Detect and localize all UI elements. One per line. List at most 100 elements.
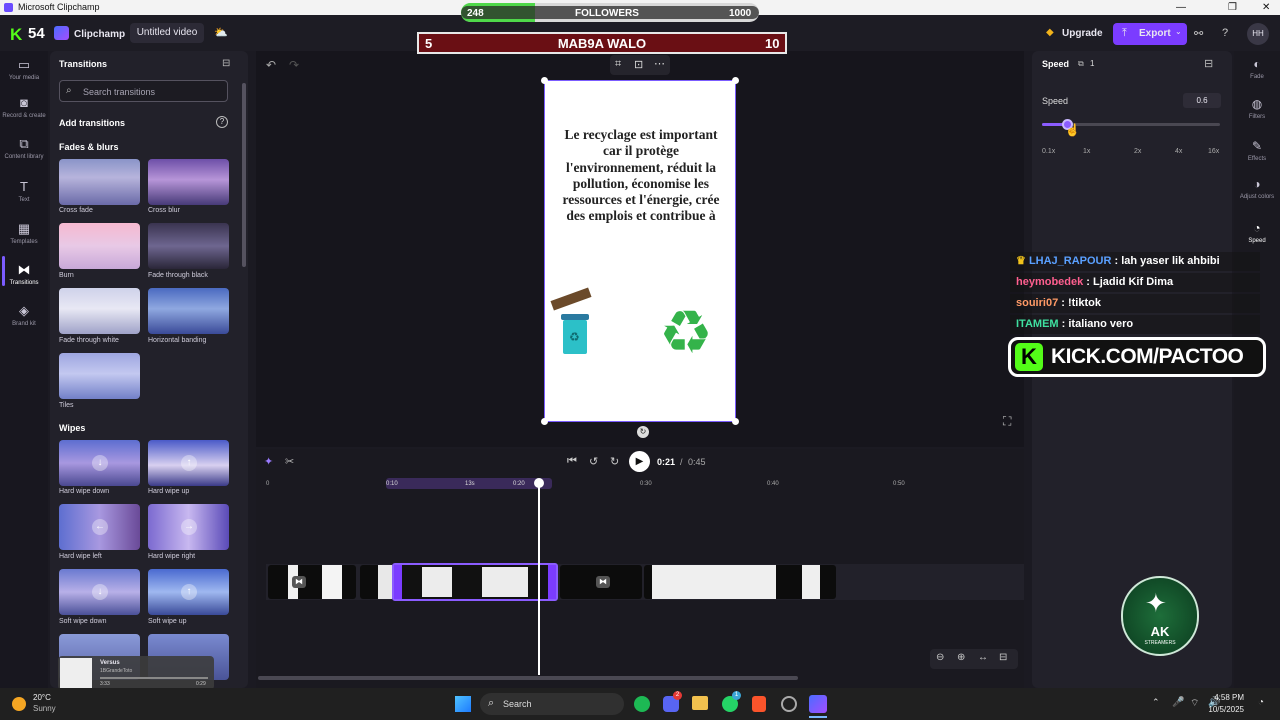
rail-fade[interactable]: ◐ Fade: [1234, 57, 1280, 81]
redo-icon[interactable]: ↷: [289, 58, 299, 72]
notification-icon[interactable]: ◔: [1258, 697, 1264, 708]
rail-brand-kit[interactable]: ◈ Brand kit: [0, 303, 48, 328]
app-name: Clipchamp: [74, 29, 126, 40]
fit-icon[interactable]: ⊡: [634, 58, 643, 71]
upload-icon: ⤒: [1122, 27, 1127, 39]
zoom-out-icon[interactable]: ⊖: [936, 652, 944, 663]
wifi-icon[interactable]: ⌔: [1190, 697, 1199, 710]
track-title: Versus: [100, 660, 120, 666]
expand-icon[interactable]: ⊟: [999, 652, 1007, 663]
rail-your-media[interactable]: ▭ Your media: [0, 57, 48, 82]
resize-handle[interactable]: [541, 77, 548, 84]
windows-start-icon[interactable]: [455, 696, 471, 712]
skip-back-icon[interactable]: ⏮: [567, 455, 577, 468]
timeline-panel: ✦ ✂ ⏮ ↺ ↻ ▶ 0:21 / 0:45 0 0:10 13s 0:20 …: [256, 449, 1024, 688]
magic-icon[interactable]: ✦: [264, 455, 273, 468]
total-time: 0:45: [688, 457, 706, 467]
resize-handle[interactable]: [541, 418, 548, 425]
clock-date: 10/5/2025: [1208, 705, 1244, 714]
upgrade-button[interactable]: Upgrade: [1062, 28, 1103, 39]
share-icon[interactable]: ⚯: [1194, 27, 1203, 40]
transition-hard-wipe-down[interactable]: ↓: [59, 440, 140, 486]
rail-effects[interactable]: ✎ Effects: [1234, 139, 1280, 163]
file-explorer-icon[interactable]: [692, 696, 708, 710]
rail-filters[interactable]: ◍ Filters: [1234, 97, 1280, 121]
clip[interactable]: [644, 565, 836, 599]
maximize-button[interactable]: ❐: [1228, 0, 1237, 15]
help-button[interactable]: ?: [1222, 27, 1228, 39]
timeline-scrollbar[interactable]: [258, 676, 798, 680]
avatar[interactable]: HH: [1247, 23, 1269, 45]
clip[interactable]: ⧓: [560, 565, 642, 599]
search-input[interactable]: ⌕ Search transitions: [59, 80, 228, 102]
transition-fade-through-black[interactable]: [148, 223, 229, 269]
panel-scrollbar[interactable]: [242, 83, 246, 267]
zoom-in-icon[interactable]: ⊕: [957, 652, 965, 663]
transition-label: Hard wipe right: [148, 553, 196, 560]
more-icon[interactable]: ⋯: [654, 57, 665, 70]
app-logo-icon: [4, 3, 13, 12]
project-title-field[interactable]: Untitled video: [130, 23, 204, 43]
rail-speed[interactable]: ◔ Speed: [1234, 221, 1280, 245]
resize-handle[interactable]: [732, 418, 739, 425]
rewind-icon[interactable]: ↺: [589, 455, 598, 468]
forward-icon[interactable]: ↻: [610, 455, 619, 468]
tick-label: 0:30: [640, 481, 652, 487]
preview-canvas[interactable]: Le recyclage est important car il protèg…: [541, 77, 739, 425]
transition-burn[interactable]: [59, 223, 140, 269]
collapse-right-panel-icon[interactable]: ⊟: [1204, 57, 1213, 70]
resize-handle[interactable]: [732, 77, 739, 84]
taskbar-search[interactable]: ⌕ Search: [480, 693, 624, 715]
transition-hard-wipe-left[interactable]: ←: [59, 504, 140, 550]
clip[interactable]: [360, 565, 392, 599]
fit-timeline-icon[interactable]: ↔: [978, 652, 988, 663]
rail-content-library[interactable]: ⧉ Content library: [0, 136, 48, 161]
info-icon[interactable]: ?: [216, 116, 228, 128]
transition-horizontal-banding[interactable]: [148, 288, 229, 334]
app-icon[interactable]: [781, 696, 797, 712]
playhead-line[interactable]: [538, 487, 540, 675]
spotify-icon[interactable]: [634, 696, 650, 712]
minimize-button[interactable]: —: [1176, 0, 1186, 15]
duration-badge: 13s: [465, 481, 475, 487]
collapse-panel-icon[interactable]: ⊟: [222, 58, 230, 69]
close-button[interactable]: ✕: [1262, 0, 1270, 15]
transition-cross-blur[interactable]: [148, 159, 229, 205]
clipchamp-taskbar-icon[interactable]: [809, 695, 827, 713]
brave-icon[interactable]: [752, 696, 766, 712]
rotate-icon[interactable]: ↻: [637, 426, 649, 438]
section-title-fades: Fades & blurs: [59, 142, 119, 152]
scissors-icon[interactable]: ✂: [285, 455, 294, 468]
export-button[interactable]: ⤒ Export ⌄: [1113, 23, 1187, 45]
selected-clip[interactable]: [392, 563, 558, 601]
undo-icon[interactable]: ↶: [266, 58, 276, 72]
rail-templates[interactable]: ▦ Templates: [0, 221, 48, 246]
rail-label: Transitions: [9, 280, 39, 286]
transition-tiles[interactable]: [59, 353, 140, 399]
microphone-icon[interactable]: 🎤: [1172, 697, 1184, 708]
search-placeholder: Search transitions: [83, 87, 156, 97]
transition-label: Burn: [59, 272, 74, 279]
clip[interactable]: ⧓: [268, 565, 356, 599]
transition-marker-icon[interactable]: ⧓: [292, 576, 306, 588]
rail-transitions[interactable]: ⧓ Transitions: [0, 262, 48, 287]
speed-value-input[interactable]: 0.6: [1183, 93, 1221, 108]
rail-record-create[interactable]: ◙ Record & create: [0, 95, 48, 120]
transition-cross-fade[interactable]: [59, 159, 140, 205]
crop-icon[interactable]: ⌗: [615, 58, 621, 71]
transition-hard-wipe-right[interactable]: →: [148, 504, 229, 550]
transition-fade-through-white[interactable]: [59, 288, 140, 334]
transition-hard-wipe-up[interactable]: ↑: [148, 440, 229, 486]
section-title-wipes: Wipes: [59, 423, 86, 433]
fullscreen-icon[interactable]: ⛶: [1003, 414, 1011, 429]
chat-text: !tiktok: [1067, 297, 1101, 309]
transition-soft-wipe-up[interactable]: ↑: [148, 569, 229, 615]
tray-chevron-icon[interactable]: ⌃: [1152, 697, 1160, 708]
transition-marker-icon[interactable]: ⧓: [596, 576, 610, 588]
transition-label: Fade through white: [59, 337, 119, 344]
transition-soft-wipe-down[interactable]: ↓: [59, 569, 140, 615]
cloud-off-icon[interactable]: ⛅: [214, 26, 228, 39]
rail-text[interactable]: T Text: [0, 179, 48, 204]
play-button[interactable]: ▶: [629, 451, 650, 472]
rail-adjust-colors[interactable]: ◑ Adjust colors: [1234, 177, 1280, 201]
